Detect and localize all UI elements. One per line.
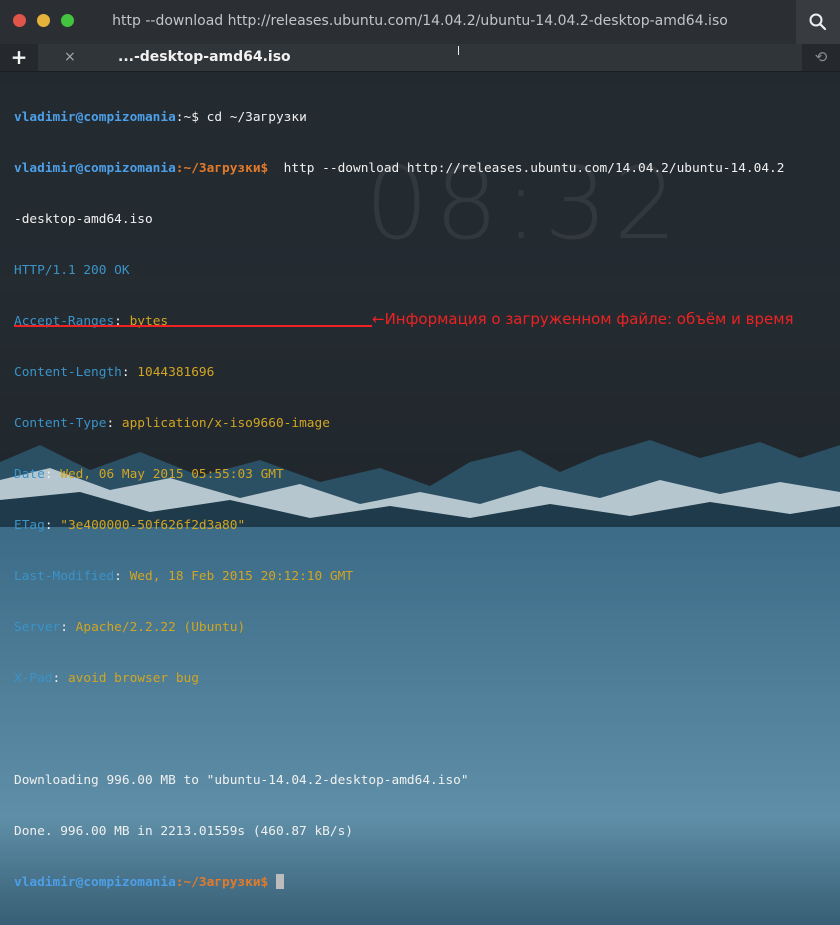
prompt-line: vladimir@compizomania:~/Загрузки$ http -…	[14, 160, 826, 177]
header-line: Date: Wed, 06 May 2015 05:55:03 GMT	[14, 467, 284, 482]
header-value: Wed, 06 May 2015 05:55:03 GMT	[60, 467, 284, 482]
prompt-path: :~$	[175, 110, 199, 125]
command-text: cd ~/Загрузки	[198, 110, 307, 125]
prompt-user: vladimir@compizomania	[14, 875, 176, 890]
prompt-user: vladimir@compizomania	[14, 161, 176, 176]
annotation-underline	[14, 325, 372, 327]
mouse-cursor-icon	[458, 46, 459, 55]
header-value: Apache/2.2.22 (Ubuntu)	[75, 620, 246, 635]
window-title: http --download http://releases.ubuntu.c…	[112, 13, 728, 29]
tab-bar: + × ...-desktop-amd64.iso ⟲	[0, 44, 840, 72]
terminal-window: 08:32 http --download http://releases.ub…	[0, 0, 840, 890]
tab-active[interactable]: × ...-desktop-amd64.iso	[38, 44, 802, 71]
header-key: Content-Length	[14, 365, 122, 380]
status-line: HTTP/1.1 200 OK	[14, 262, 826, 279]
tab-label: ...-desktop-amd64.iso	[118, 49, 291, 65]
download-done-line: Done. 996.00 MB in 2213.01559s (460.87 k…	[14, 824, 353, 839]
header-key: Last-Modified	[14, 569, 115, 584]
header-key: X-Pad	[14, 671, 53, 686]
prompt-path: :~/Загрузки$	[175, 161, 269, 176]
header-value: application/x-iso9660-image	[121, 416, 330, 431]
status-code: /1.1 200 OK	[44, 263, 130, 278]
search-icon	[809, 13, 827, 31]
text-cursor	[275, 874, 284, 889]
header-line: X-Pad: avoid browser bug	[14, 671, 199, 686]
header-value: 1044381696	[137, 365, 215, 380]
command-continuation: -desktop-amd64.iso	[14, 212, 153, 227]
header-value: Wed, 18 Feb 2015 20:12:10 GMT	[129, 569, 354, 584]
header-key: Server	[14, 620, 61, 635]
prompt-line: vladimir@compizomania:~/Загрузки$	[14, 874, 826, 891]
header-line: Server: Apache/2.2.22 (Ubuntu)	[14, 620, 246, 635]
header-line: Last-Modified: Wed, 18 Feb 2015 20:12:10…	[14, 569, 354, 584]
prompt-path: :~/Загрузки$	[175, 875, 269, 890]
header-key: Content-Type	[14, 416, 107, 431]
header-line: Content-Type: application/x-iso9660-imag…	[14, 416, 330, 431]
header-value: avoid browser bug	[67, 671, 199, 686]
prompt-user: vladimir@compizomania	[14, 110, 176, 125]
new-tab-button[interactable]: +	[0, 44, 38, 71]
header-key: Date	[14, 467, 45, 482]
annotation-text: ←Информация о загруженном файле: объём и…	[372, 310, 794, 328]
command-text: http --download http://releases.ubuntu.c…	[268, 161, 785, 176]
status-protocol: HTTP	[14, 263, 45, 278]
header-line: Content-Length: 1044381696	[14, 365, 215, 380]
prompt-line: vladimir@compizomania:~$ cd ~/Загрузки	[14, 109, 826, 126]
title-bar: http --download http://releases.ubuntu.c…	[0, 0, 840, 44]
terminal-output[interactable]: vladimir@compizomania:~$ cd ~/Загрузки v…	[14, 75, 826, 925]
search-button[interactable]	[796, 0, 840, 44]
header-value: "3e400000-50f626f2d3a80"	[60, 518, 246, 533]
header-line: ETag: "3e400000-50f626f2d3a80"	[14, 518, 246, 533]
close-tab-icon[interactable]: ×	[64, 49, 76, 65]
download-progress-line: Downloading 996.00 MB to "ubuntu-14.04.2…	[14, 773, 469, 788]
header-key: ETag	[14, 518, 45, 533]
restore-icon[interactable]: ⟲	[802, 44, 840, 71]
